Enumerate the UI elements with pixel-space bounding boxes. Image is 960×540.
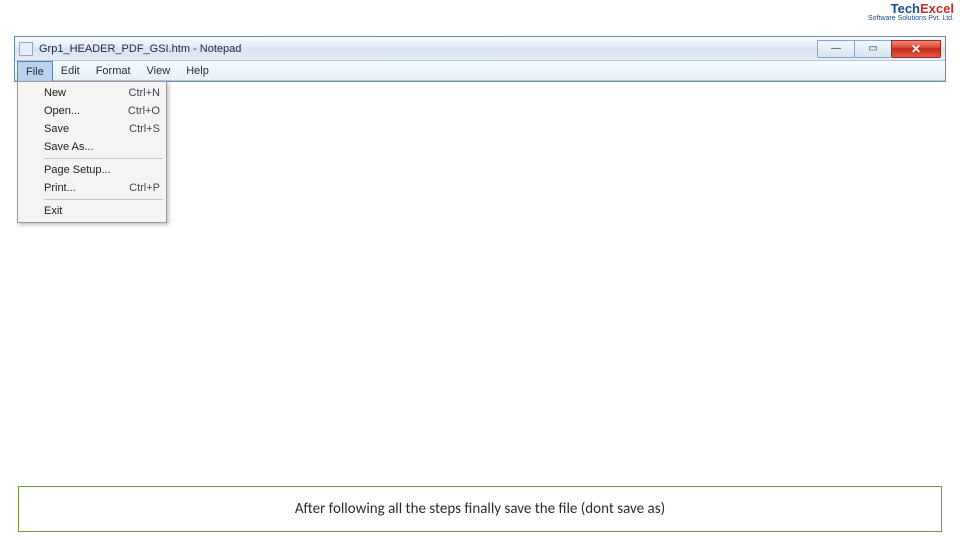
instruction-caption: After following all the steps finally sa… [18,486,942,532]
menu-format[interactable]: Format [88,61,139,80]
menu-separator [44,158,163,159]
menu-bar: File Edit Format View Help [15,61,945,81]
menu-separator [44,199,163,200]
file-page-setup[interactable]: Page Setup... [20,161,164,179]
file-open[interactable]: Open...Ctrl+O [20,102,164,120]
window-title: Grp1_HEADER_PDF_GSI.htm - Notepad [39,43,818,55]
file-print[interactable]: Print...Ctrl+P [20,179,164,197]
menu-file[interactable]: File [17,61,53,81]
menu-help[interactable]: Help [178,61,217,80]
title-bar: Grp1_HEADER_PDF_GSI.htm - Notepad — ▭ ✕ [15,37,945,61]
file-dropdown: NewCtrl+N Open...Ctrl+O SaveCtrl+S Save … [17,81,167,223]
file-new[interactable]: NewCtrl+N [20,84,164,102]
file-save-as[interactable]: Save As... [20,138,164,156]
minimize-button[interactable]: — [817,40,855,58]
notepad-window: Grp1_HEADER_PDF_GSI.htm - Notepad — ▭ ✕ … [14,36,946,82]
menu-edit[interactable]: Edit [53,61,88,80]
brand-logo: TechExcel Software Solutions Pvt. Ltd. [868,2,954,22]
file-save[interactable]: SaveCtrl+S [20,120,164,138]
file-exit[interactable]: Exit [20,202,164,220]
notepad-icon [19,42,33,56]
close-button[interactable]: ✕ [891,40,941,58]
maximize-button[interactable]: ▭ [854,40,892,58]
menu-view[interactable]: View [139,61,179,80]
